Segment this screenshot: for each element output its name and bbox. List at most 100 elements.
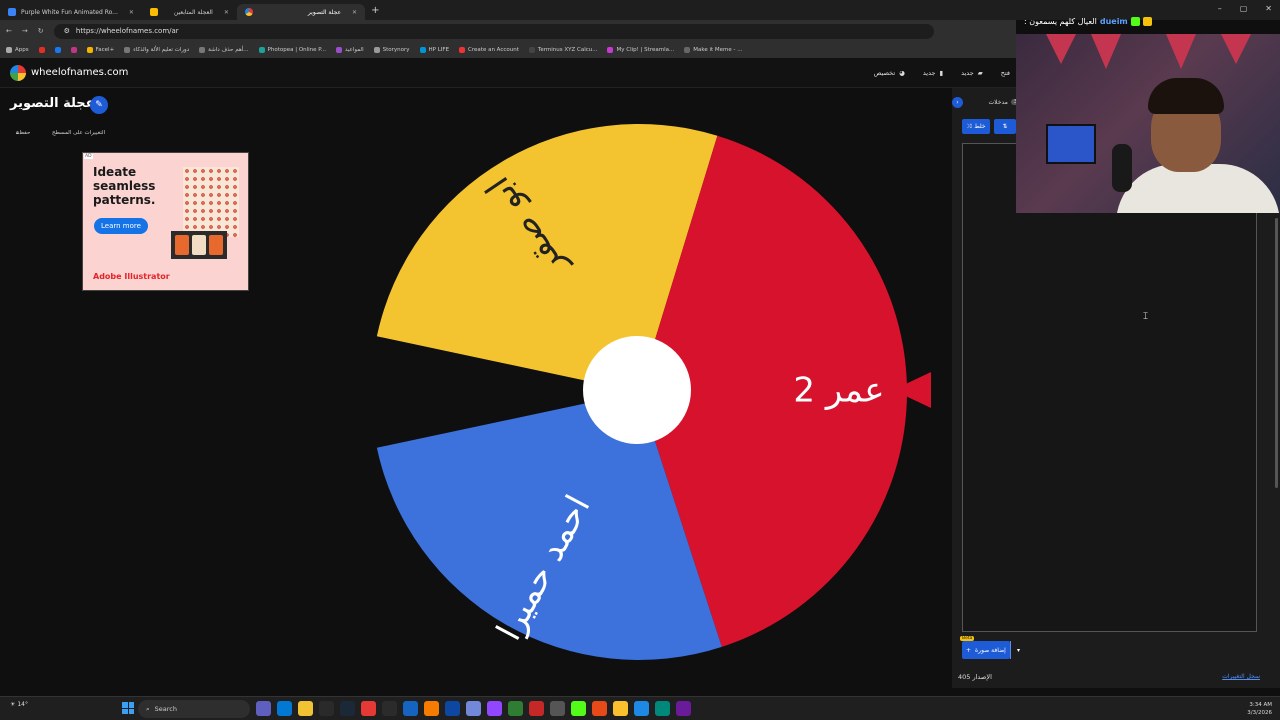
taskbar-search[interactable]: ⌕ Search: [138, 700, 250, 718]
tab-followers-wheel[interactable]: العجلة المتابعين ✕: [166, 4, 237, 20]
taskbar-apps: [256, 701, 691, 716]
wheel-graphic[interactable]: ابو صقرعمر 2احمد حميرا: [370, 123, 908, 661]
maximize-icon[interactable]: ▢: [1240, 4, 1248, 13]
tab-purple-white[interactable]: Purple White Fun Animated Ro... ✕: [0, 4, 142, 20]
add-image-button[interactable]: + إضافة صورة: [962, 641, 1010, 659]
photopea-icon: [258, 47, 265, 53]
app-icon[interactable]: [361, 701, 376, 716]
app-icon[interactable]: [592, 701, 607, 716]
chat-overlay: dueim العيال كلهم يسمعون :: [1024, 17, 1152, 26]
address-toolbar: ← → ↻ ⚙ https://wheelofnames.com/ar: [0, 20, 1016, 42]
bookmark-facel[interactable]: Facel+: [86, 47, 114, 53]
url-field[interactable]: ⚙ https://wheelofnames.com/ar: [53, 23, 934, 39]
brand-name[interactable]: wheelofnames.com: [31, 67, 128, 78]
bookmark-facebook[interactable]: [54, 47, 61, 53]
system-tray-clock[interactable]: 3:34 AM 3/3/2026: [1247, 701, 1272, 717]
background-monitor: [1046, 124, 1096, 164]
edge-icon[interactable]: [634, 701, 649, 716]
terminal-icon: [528, 47, 535, 53]
steam-icon[interactable]: [340, 701, 355, 716]
kick-badge-icon: [1130, 17, 1140, 26]
app-icon[interactable]: [445, 701, 460, 716]
app-icon[interactable]: [487, 701, 502, 716]
save-link[interactable]: 🔒︎حفظ: [16, 130, 30, 137]
panel-scrollbar[interactable]: [1275, 218, 1278, 488]
menu-open-folder[interactable]: ▰ جديد: [961, 69, 983, 77]
menu-customize[interactable]: ◕ تخصيص: [874, 69, 905, 77]
close-icon[interactable]: ✕: [224, 9, 229, 16]
chrome-icon[interactable]: [613, 701, 628, 716]
bookmark-courses[interactable]: دورات تعليم الألة والذكاء: [124, 47, 189, 53]
ad-pattern-image: [183, 167, 239, 237]
sort-icon: ⇅: [1002, 123, 1008, 130]
bookmark-create-account[interactable]: Create an Account: [459, 47, 519, 53]
streamer-hair: [1148, 78, 1224, 114]
edit-title-button[interactable]: ✎: [90, 96, 108, 114]
forward-icon[interactable]: →: [22, 27, 28, 35]
changes-link[interactable]: التغييرات على المسطح: [52, 130, 105, 136]
store-icon[interactable]: [277, 701, 292, 716]
close-window-icon[interactable]: ✕: [1265, 4, 1272, 13]
app-icon[interactable]: [403, 701, 418, 716]
app-icon[interactable]: [550, 701, 565, 716]
weather-widget[interactable]: ☀ 14°: [10, 701, 28, 708]
bookmark-myclip[interactable]: My Clip! | Streamla...: [607, 47, 674, 53]
menu-new[interactable]: ▮ جديد: [923, 69, 943, 77]
terminal-icon[interactable]: [319, 701, 334, 716]
add-image-dropdown[interactable]: ▾: [1010, 641, 1026, 659]
obs-icon[interactable]: [382, 701, 397, 716]
close-icon[interactable]: ✕: [129, 9, 134, 16]
wheelofnames-logo-icon[interactable]: [10, 64, 26, 81]
tab-photo-wheel[interactable]: عجلة التصوير ✕: [236, 4, 366, 20]
bookmark-hp-life[interactable]: HP LIFE: [419, 47, 449, 53]
bookmark-youtube[interactable]: [38, 47, 45, 53]
bookmark-arabic[interactable]: أهم حذف داشة...: [199, 47, 249, 53]
advertisement[interactable]: AD Ideate seamless patterns. Learn more …: [82, 152, 249, 291]
app-icon[interactable]: [508, 701, 523, 716]
ad-brand: Adobe Illustrator: [93, 272, 170, 281]
bookmark-meme[interactable]: Make it Meme - ...: [684, 47, 743, 53]
discord-icon[interactable]: [466, 701, 481, 716]
bookmark-photopea[interactable]: Photopea | Online P...: [258, 47, 326, 53]
menu-open[interactable]: فتح: [1001, 69, 1010, 77]
wheel-center-hub[interactable]: [583, 336, 691, 444]
page-icon: [124, 47, 131, 53]
bookmark-apps[interactable]: Apps: [6, 47, 29, 53]
new-tab-icon[interactable]: +: [371, 5, 379, 16]
start-icon[interactable]: [122, 702, 134, 714]
page-title: عجلة التصوير: [10, 96, 95, 111]
back-icon[interactable]: ←: [6, 27, 12, 35]
changelog-link[interactable]: سجل التغييرات: [1222, 673, 1260, 680]
reload-icon[interactable]: ↻: [38, 27, 44, 35]
explorer-icon[interactable]: [298, 701, 313, 716]
app-icon[interactable]: [424, 701, 439, 716]
bookmark-instagram[interactable]: [70, 47, 77, 53]
app-icon[interactable]: [676, 701, 691, 716]
sort-button[interactable]: ⇅: [994, 119, 1016, 134]
tab-blank[interactable]: [142, 4, 166, 20]
bookmark-terminus[interactable]: Terminus XYZ Calcu...: [528, 47, 597, 53]
microphone-icon: [1112, 144, 1132, 192]
app-icon[interactable]: [655, 701, 670, 716]
page-icon: [459, 47, 466, 53]
bookmark-schedule[interactable]: المواعيد: [336, 47, 364, 53]
youtube-icon: [38, 47, 45, 53]
minimize-icon[interactable]: –: [1218, 4, 1222, 13]
clip-icon: [607, 47, 614, 53]
ad-learn-more-button[interactable]: Learn more: [94, 218, 148, 234]
sun-icon: ☀: [10, 701, 16, 708]
windows-taskbar: ☀ 14° ⌕ Search 3:34 AM 3/3/2026: [0, 696, 1280, 720]
pencil-icon: ✎: [95, 100, 103, 110]
site-info-icon[interactable]: ⚙: [64, 27, 70, 35]
close-icon[interactable]: ✕: [352, 9, 357, 16]
instagram-icon: [70, 47, 77, 53]
search-icon: ⌕: [146, 704, 150, 713]
kick-icon[interactable]: [571, 701, 586, 716]
file-icon: ▮: [939, 68, 944, 77]
entries-textarea[interactable]: احمد حميراعمر 2ابو صقر: [962, 143, 1257, 632]
app-icon[interactable]: [529, 701, 544, 716]
bookmark-storynory[interactable]: Storynory: [373, 47, 410, 53]
shuffle-button[interactable]: ⤨ خلط: [962, 119, 990, 134]
spin-wheel[interactable]: ابو صقر عمر 2 احمد حميرا: [370, 123, 908, 661]
copilot-icon[interactable]: [256, 701, 271, 716]
